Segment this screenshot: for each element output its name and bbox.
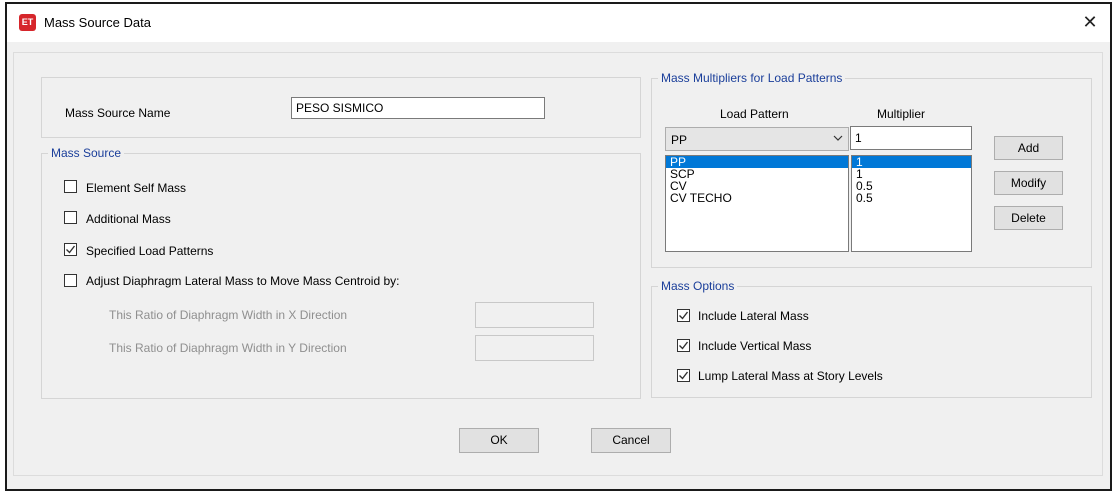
load-pattern-dropdown-value: PP: [671, 133, 688, 147]
ratio-x-label: This Ratio of Diaphragm Width in X Direc…: [109, 308, 348, 322]
element-self-mass-checkbox[interactable]: [64, 180, 77, 193]
multiplier-list-item[interactable]: 0.5: [852, 192, 971, 204]
element-self-mass-label: Element Self Mass: [86, 181, 187, 195]
title-bar: ET Mass Source Data ✕: [7, 4, 1110, 42]
include-vertical-mass-label: Include Vertical Mass: [698, 339, 812, 353]
adjust-diaphragm-checkbox[interactable]: [64, 274, 77, 287]
adjust-diaphragm-label: Adjust Diaphragm Lateral Mass to Move Ma…: [86, 274, 400, 288]
dialog-title: Mass Source Data: [44, 15, 151, 30]
mass-multipliers-group-title: Mass Multipliers for Load Patterns: [658, 71, 846, 85]
checkmark-icon: [66, 245, 76, 254]
ratio-y-label: This Ratio of Diaphragm Width in Y Direc…: [109, 341, 347, 355]
mass-source-name-label: Mass Source Name: [65, 106, 171, 120]
delete-button[interactable]: Delete: [994, 206, 1063, 230]
dialog-frame: Mass Source Name Mass Source Element Sel…: [13, 52, 1103, 476]
mass-options-group-title: Mass Options: [658, 279, 738, 293]
close-icon[interactable]: ✕: [1078, 10, 1102, 34]
mass-source-group-title: Mass Source: [48, 146, 125, 160]
load-pattern-list[interactable]: PP SCP CV CV TECHO: [665, 155, 849, 252]
mass-source-name-group: Mass Source Name: [41, 77, 641, 138]
specified-load-patterns-label: Specified Load Patterns: [86, 244, 214, 258]
include-vertical-mass-checkbox[interactable]: [677, 339, 690, 352]
multiplier-input[interactable]: [850, 126, 972, 150]
lump-lateral-mass-checkbox[interactable]: [677, 369, 690, 382]
mass-options-group: Mass Options Include Lateral Mass Includ…: [651, 279, 1092, 398]
load-pattern-list-item[interactable]: SCP: [666, 168, 848, 180]
load-pattern-column-header: Load Pattern: [720, 107, 789, 121]
load-pattern-dropdown[interactable]: PP: [665, 127, 849, 151]
multiplier-list-item[interactable]: 1: [852, 156, 971, 168]
ratio-y-input[interactable]: [475, 335, 594, 361]
checkmark-icon: [679, 341, 689, 350]
additional-mass-label: Additional Mass: [86, 212, 171, 226]
mass-multipliers-group: Mass Multipliers for Load Patterns Load …: [651, 71, 1092, 268]
cancel-button[interactable]: Cancel: [591, 428, 671, 453]
include-lateral-mass-label: Include Lateral Mass: [698, 309, 809, 323]
ratio-x-input[interactable]: [475, 302, 594, 328]
etabs-app-icon: ET: [19, 14, 36, 31]
dialog-client-area: Mass Source Name Mass Source Element Sel…: [7, 42, 1110, 489]
add-button[interactable]: Add: [994, 136, 1063, 160]
include-lateral-mass-checkbox[interactable]: [677, 309, 690, 322]
specified-load-patterns-checkbox[interactable]: [64, 243, 77, 256]
chevron-down-icon: [833, 135, 843, 141]
mass-source-group: Mass Source Element Self Mass Additional…: [41, 146, 641, 399]
multiplier-column-header: Multiplier: [877, 107, 926, 121]
load-pattern-list-item[interactable]: CV TECHO: [666, 192, 848, 204]
mass-source-dialog: ET Mass Source Data ✕ Mass Source Name M…: [5, 2, 1112, 491]
lump-lateral-mass-label: Lump Lateral Mass at Story Levels: [698, 369, 883, 383]
ok-button[interactable]: OK: [459, 428, 539, 453]
checkmark-icon: [679, 371, 689, 380]
mass-source-name-input[interactable]: [291, 97, 545, 119]
checkmark-icon: [679, 311, 689, 320]
modify-button[interactable]: Modify: [994, 171, 1063, 195]
additional-mass-checkbox[interactable]: [64, 211, 77, 224]
multiplier-list[interactable]: 1 1 0.5 0.5: [851, 155, 972, 252]
